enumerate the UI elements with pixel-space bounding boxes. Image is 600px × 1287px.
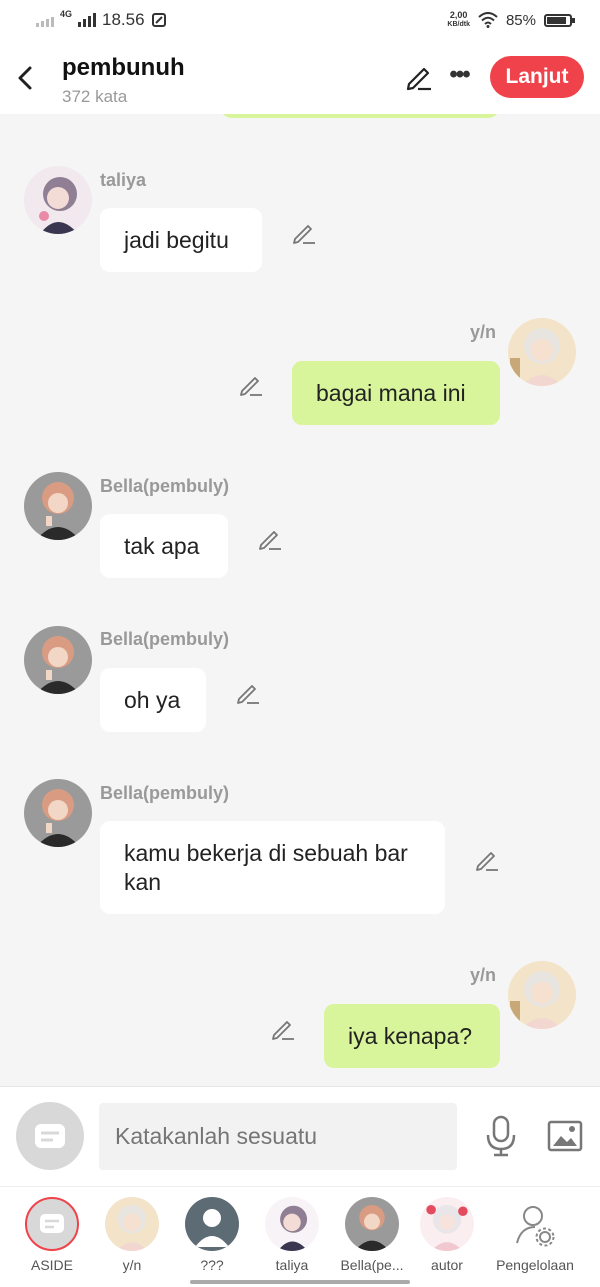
message-bubble[interactable]: jadi begitu xyxy=(100,208,262,272)
edit-message-icon[interactable] xyxy=(257,526,283,552)
avatar-yn[interactable] xyxy=(508,318,576,386)
avatar-bella[interactable] xyxy=(24,626,92,694)
edit-icon[interactable] xyxy=(404,62,434,92)
input-bar xyxy=(0,1086,600,1186)
edit-message-icon[interactable] xyxy=(235,680,261,706)
status-bar: 4G 18.56 2,00 KB/dtk 85% xyxy=(0,0,600,42)
message-bubble[interactable]: oh ya xyxy=(100,668,206,732)
character-autor[interactable]: autor xyxy=(412,1197,482,1273)
sender-name: y/n xyxy=(470,322,497,342)
message-bubble[interactable]: kamu bekerja di sebuah bar kan xyxy=(100,821,445,914)
character-taliya[interactable]: taliya xyxy=(252,1197,332,1273)
avatar-bella xyxy=(345,1197,399,1251)
character-yn[interactable]: y/n xyxy=(92,1197,172,1273)
edit-message-icon[interactable] xyxy=(270,1016,296,1042)
more-options-icon[interactable]: ••• xyxy=(446,60,472,90)
avatar-taliya xyxy=(265,1197,319,1251)
user-settings-icon xyxy=(508,1197,562,1251)
sender-name: Bella(pembuly) xyxy=(100,783,230,803)
sender-name: Bella(pembuly) xyxy=(100,476,230,496)
manage-characters-button[interactable]: Pengelolaan xyxy=(488,1197,582,1273)
word-count: 372 kata xyxy=(62,87,128,106)
header: pembunuh 372 kata ••• Lanjut xyxy=(0,42,600,114)
chat-bubble-icon xyxy=(35,1124,65,1148)
character-label: Bella(pe... xyxy=(340,1257,404,1273)
character-label: ??? xyxy=(200,1257,224,1273)
chat-area[interactable]: taliya jadi begitu y/n bagai mana ini Be… xyxy=(0,114,600,1086)
clock: 18.56 xyxy=(102,10,145,29)
sender-name: Bella(pembuly) xyxy=(100,629,230,649)
avatar-yn[interactable] xyxy=(508,961,576,1029)
edit-message-icon[interactable] xyxy=(474,847,500,873)
character-label: ASIDE xyxy=(30,1257,73,1273)
character-label: taliya xyxy=(275,1257,309,1273)
message-bubble[interactable]: iya kenapa? xyxy=(324,1004,500,1068)
avatar-bella[interactable] xyxy=(24,779,92,847)
network-type: 4G xyxy=(60,9,73,19)
previous-bubble-partial xyxy=(220,114,500,118)
story-title: pembunuh xyxy=(62,54,185,81)
signal-icon xyxy=(78,13,97,27)
sender-name: y/n xyxy=(470,965,497,985)
character-aside[interactable]: ASIDE xyxy=(12,1197,92,1273)
character-bar: ASIDE y/n ??? taliya Bella(pe... autor P… xyxy=(0,1186,600,1287)
avatar-yn xyxy=(105,1197,159,1251)
character-label: autor xyxy=(431,1257,463,1273)
home-indicator[interactable] xyxy=(190,1280,410,1284)
character-bella[interactable]: Bella(pe... xyxy=(332,1197,412,1273)
wifi-icon xyxy=(478,12,498,28)
screenshot-icon xyxy=(151,13,166,27)
continue-button[interactable]: Lanjut xyxy=(490,56,584,98)
edit-message-icon[interactable] xyxy=(291,220,317,246)
character-unknown[interactable]: ??? xyxy=(172,1197,252,1273)
message-bubble[interactable]: tak apa xyxy=(100,514,228,578)
sender-name: taliya xyxy=(100,170,147,190)
edit-message-icon[interactable] xyxy=(238,372,264,398)
signal-weak-icon xyxy=(36,13,54,27)
microphone-icon[interactable] xyxy=(484,1115,518,1157)
character-label: Pengelolaan xyxy=(496,1257,574,1273)
character-label: y/n xyxy=(122,1257,142,1273)
default-avatar-icon xyxy=(185,1197,239,1251)
image-icon[interactable] xyxy=(546,1117,584,1155)
network-speed: 2,00 KB/dtk xyxy=(447,10,470,29)
avatar-bella[interactable] xyxy=(24,472,92,540)
message-input[interactable] xyxy=(99,1103,457,1170)
message-bubble[interactable]: bagai mana ini xyxy=(292,361,500,425)
aside-toggle-button[interactable] xyxy=(16,1102,84,1170)
back-icon[interactable] xyxy=(12,60,42,96)
avatar-autor xyxy=(420,1197,474,1251)
chat-bubble-icon xyxy=(25,1197,79,1251)
battery-icon xyxy=(544,13,575,27)
battery-percent: 85% xyxy=(505,11,536,29)
avatar-taliya[interactable] xyxy=(24,166,92,234)
